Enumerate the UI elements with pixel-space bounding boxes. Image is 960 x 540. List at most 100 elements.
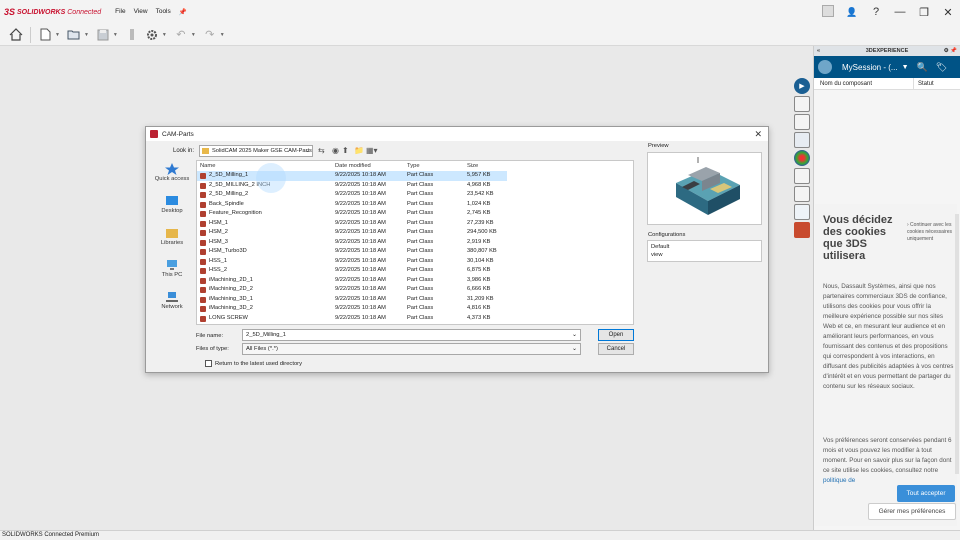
file-row[interactable]: iMachining_2D_1 9/22/2025 10:18 AM Part Cl… <box>197 276 507 286</box>
view-palette-icon[interactable] <box>794 132 810 148</box>
place-desktop[interactable]: Desktop <box>150 195 194 225</box>
tag-icon[interactable]: 🏷 <box>936 62 947 73</box>
chevron-down-icon[interactable]: ▼ <box>902 64 909 71</box>
options-dropdown-icon[interactable]: ▼ <box>162 32 167 38</box>
close-icon[interactable]: ✕ <box>936 6 960 19</box>
look-in-value: SolidCAM 2025 Maker GSE CAM-Parts <box>212 148 312 154</box>
file-row[interactable]: 2_5D_MILLING_2 INCH 9/22/2025 10:18 AM Par… <box>197 181 507 191</box>
place-quick-access[interactable]: Quick access <box>150 163 194 193</box>
configuration-item[interactable]: view <box>651 251 758 259</box>
file-row[interactable]: iMachining_2D_2 9/22/2025 10:18 AM Part Cl… <box>197 285 507 295</box>
dialog-close-icon[interactable]: ✕ <box>754 129 762 140</box>
menu-file[interactable]: File <box>115 8 125 16</box>
part-file-icon <box>200 192 206 198</box>
file-row[interactable]: 2_5D_Milling_2 9/22/2025 10:18 AM Part Cla… <box>197 190 507 200</box>
options-gear-icon[interactable] <box>142 26 162 44</box>
collapse-pane-icon[interactable]: « <box>817 46 820 56</box>
home-icon[interactable] <box>6 26 26 44</box>
custom-properties-icon[interactable] <box>794 168 810 184</box>
file-row[interactable]: HSM_3 9/22/2025 10:18 AM Part Class 2,919 K… <box>197 238 507 248</box>
menu-tools[interactable]: Tools <box>156 8 171 16</box>
file-date: 9/22/2025 10:18 AM <box>335 276 386 283</box>
file-row[interactable]: Feature_Recognition 9/22/2025 10:18 AM Par… <box>197 209 507 219</box>
place-network[interactable]: Network <box>150 291 194 321</box>
file-row[interactable]: HSM_1 9/22/2025 10:18 AM Part Class 27,239 … <box>197 219 507 229</box>
new-folder-icon[interactable]: 📁 <box>354 146 364 156</box>
cancel-button[interactable]: Cancel <box>598 343 634 355</box>
privacy-policy-link[interactable]: politique de <box>823 477 855 484</box>
open-button[interactable]: Open <box>598 329 634 341</box>
undo-dropdown-icon[interactable]: ▼ <box>191 32 196 38</box>
continue-necessary-link[interactable]: › Continuer avec les cookies nécessaires… <box>907 222 955 243</box>
new-document-icon[interactable] <box>35 26 55 44</box>
file-date: 9/22/2025 10:18 AM <box>335 191 386 197</box>
3dexperience-tab-icon[interactable]: ▶ <box>794 78 810 94</box>
new-dropdown-icon[interactable]: ▼ <box>55 32 60 38</box>
avatar-icon[interactable] <box>818 60 832 74</box>
column-size[interactable]: Size <box>467 161 478 171</box>
save-dropdown-icon[interactable]: ▼ <box>113 32 118 38</box>
undo-icon[interactable]: ↶ <box>171 26 191 44</box>
restore-icon[interactable]: ❐ <box>912 6 936 19</box>
window-controls: 👤 ? — ❐ ✕ <box>816 0 960 24</box>
file-row[interactable]: HSS_1 9/22/2025 10:18 AM Part Class 30,104 … <box>197 257 507 267</box>
place-label: Quick access <box>154 176 190 182</box>
design-library-icon[interactable] <box>794 96 810 112</box>
recent-icon[interactable]: ◉ <box>332 146 339 156</box>
session-title[interactable]: MySession - (... <box>842 63 898 72</box>
pin-icon[interactable]: 📌 <box>179 8 187 16</box>
look-in-dropdown[interactable]: SolidCAM 2025 Maker GSE CAM-Parts ⌄ <box>199 145 313 157</box>
menu-view[interactable]: View <box>134 8 148 16</box>
column-component-name[interactable]: Nom du composant <box>814 78 914 89</box>
search-icon[interactable]: 🔍 <box>917 62 928 73</box>
file-date: 9/22/2025 10:18 AM <box>335 210 386 216</box>
user-icon[interactable]: 👤 <box>840 7 864 18</box>
checkbox-box[interactable] <box>205 360 212 367</box>
up-folder-icon[interactable]: ⬆ <box>342 146 349 156</box>
file-size: 23,542 KB <box>467 191 494 197</box>
preview-label: Preview <box>648 143 669 149</box>
file-row[interactable]: Back_Spindle 9/22/2025 10:18 AM Part Class… <box>197 200 507 210</box>
file-explorer-icon[interactable] <box>794 114 810 130</box>
column-name[interactable]: Name <box>200 161 215 171</box>
solidworks-logo[interactable]: 3S SOLIDWORKS Connected <box>4 7 101 17</box>
redo-dropdown-icon[interactable]: ▼ <box>220 32 225 38</box>
file-type-select[interactable]: All Files (*.*) ⌄ <box>242 343 581 355</box>
view-menu-icon[interactable]: ▦▾ <box>366 146 378 156</box>
place-this-pc[interactable]: This PC <box>150 259 194 289</box>
redo-icon[interactable]: ↷ <box>200 26 220 44</box>
configurations-list[interactable]: Default view <box>647 240 762 262</box>
help-icon[interactable]: ? <box>864 6 888 18</box>
cookie-scrollbar[interactable] <box>955 214 959 474</box>
print-icon[interactable] <box>122 26 142 44</box>
back-icon[interactable]: ⇆ <box>318 146 325 156</box>
minimize-icon[interactable]: — <box>888 6 912 18</box>
chevron-down-icon[interactable]: ⌄ <box>572 330 577 340</box>
file-name-input[interactable]: 2_5D_Milling_1 ⌄ <box>242 329 581 341</box>
file-row[interactable]: HSM_2 9/22/2025 10:18 AM Part Class 294,500… <box>197 228 507 238</box>
chevron-down-icon[interactable]: ⌄ <box>572 344 577 354</box>
file-row[interactable]: HSS_2 9/22/2025 10:18 AM Part Class 6,875 K… <box>197 266 507 276</box>
configuration-item[interactable]: Default <box>651 243 758 251</box>
open-folder-icon[interactable] <box>64 26 84 44</box>
pane-settings-icon[interactable]: ⚙ 📌 <box>944 46 957 56</box>
column-date-modified[interactable]: Date modified <box>335 161 371 171</box>
column-status[interactable]: Statut <box>914 78 934 89</box>
solidcam-icon[interactable] <box>794 222 810 238</box>
play-icon[interactable] <box>816 4 840 20</box>
appearances-icon[interactable] <box>794 150 810 166</box>
file-row[interactable]: HSM_Turbo3D 9/22/2025 10:18 AM Part Class 3… <box>197 247 507 257</box>
solidworks-resources-icon[interactable] <box>794 186 810 202</box>
column-type[interactable]: Type <box>407 161 420 171</box>
file-row[interactable]: LONG SCREW 9/22/2025 10:18 AM Part Class 4,… <box>197 314 507 324</box>
place-libraries[interactable]: Libraries <box>150 227 194 257</box>
accept-all-button[interactable]: Tout accepter <box>897 485 955 502</box>
forum-icon[interactable] <box>794 204 810 220</box>
manage-preferences-button[interactable]: Gérer mes préférences <box>868 503 956 520</box>
file-row[interactable]: 2_5D_Milling_1 9/22/2025 10:18 AM Part Cla… <box>197 171 507 181</box>
file-row[interactable]: iMachining_3D_2 9/22/2025 10:18 AM Part Cl… <box>197 304 507 314</box>
save-icon[interactable] <box>93 26 113 44</box>
return-latest-dir-checkbox[interactable]: Return to the latest used directory <box>205 360 302 367</box>
file-row[interactable]: iMachining_3D_1 9/22/2025 10:18 AM Part Cl… <box>197 295 507 305</box>
open-dropdown-icon[interactable]: ▼ <box>84 32 89 38</box>
